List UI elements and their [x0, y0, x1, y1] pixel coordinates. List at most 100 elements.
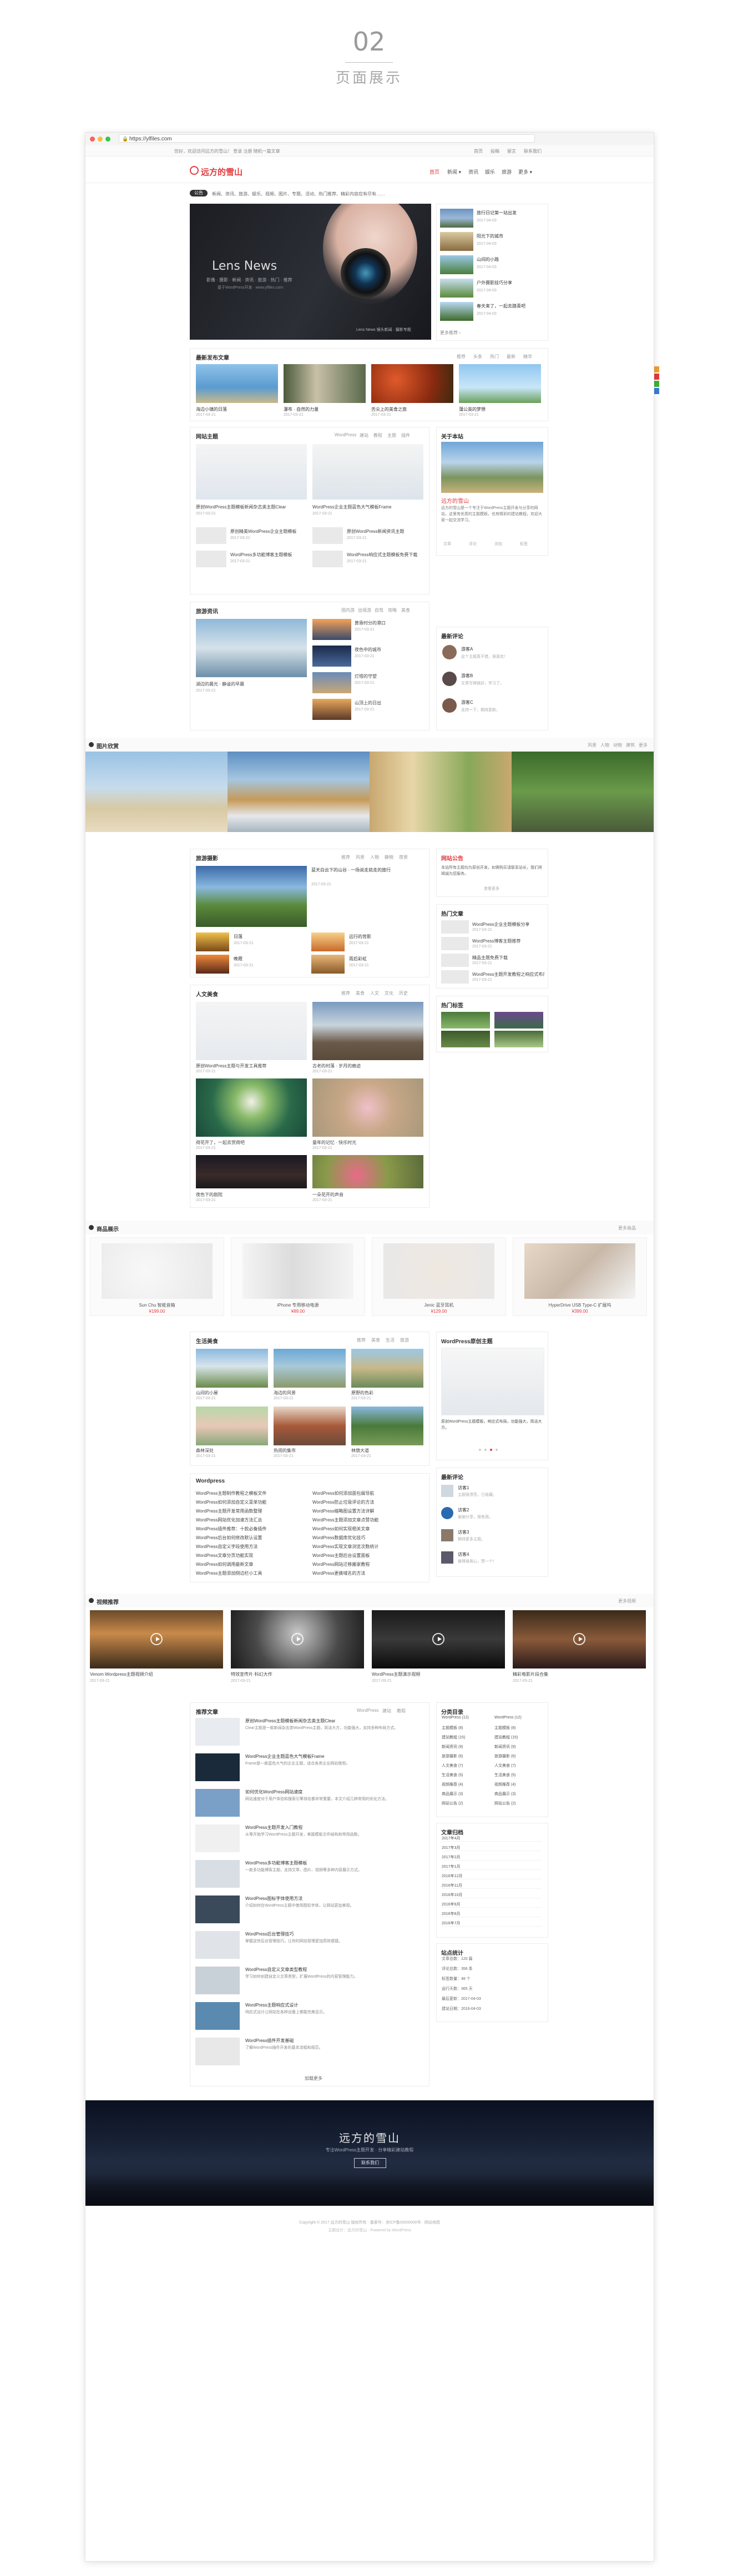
blog-item[interactable]: WordPress主题开发入门教程 从零开始学习WordPress主题开发，掌握… — [195, 1823, 423, 1856]
post-thumb[interactable] — [312, 699, 351, 720]
archive-link[interactable]: 2016年7月 — [442, 1920, 542, 1927]
list-item[interactable]: WordPress如何添加自定义菜单功能 — [196, 1499, 307, 1505]
comment-name[interactable]: 访客1 — [458, 1485, 469, 1491]
post-title[interactable]: 原野的色彩 — [351, 1390, 423, 1396]
post-title[interactable]: 海边小镇的日落 — [196, 406, 227, 412]
more-link[interactable]: 更多商品 — [618, 1225, 636, 1231]
archive-link[interactable]: 2016年11月 — [442, 1883, 542, 1889]
avatar[interactable] — [441, 1529, 453, 1541]
post-thumb[interactable] — [351, 1407, 423, 1445]
post-thumb[interactable] — [196, 955, 229, 974]
post-title[interactable]: 如何优化WordPress网站速度 — [245, 1789, 423, 1795]
gallery-image[interactable] — [370, 752, 512, 832]
post-title[interactable]: WordPress主题开发教程之响应式布局 — [472, 971, 544, 977]
dot-icon[interactable] — [484, 1449, 487, 1451]
tab[interactable]: 最新 — [507, 354, 515, 360]
dot-icon[interactable] — [490, 1449, 492, 1451]
post-title[interactable]: 海边的风景 — [274, 1390, 346, 1396]
product-card[interactable]: Jenic 蓝牙耳机 ¥129.00 — [372, 1237, 506, 1316]
list-item[interactable]: WordPress网站迁移搬家教程 — [312, 1561, 423, 1567]
product-card[interactable]: Sun Chu 智能音箱 ¥199.00 — [90, 1237, 224, 1316]
news-title[interactable]: 山间的小路 — [477, 256, 499, 263]
post-thumb[interactable] — [312, 672, 351, 693]
avatar[interactable] — [441, 1507, 453, 1519]
tab[interactable]: 风景 — [356, 854, 365, 860]
archive-link[interactable]: 2017年3月 — [442, 1845, 542, 1851]
category-link[interactable]: 生活美食 (5) — [494, 1772, 542, 1778]
list-item[interactable]: WordPress后台如何修改默认设置 — [196, 1535, 307, 1541]
post-thumb[interactable] — [312, 527, 343, 544]
dot-icon[interactable] — [496, 1449, 498, 1451]
tab[interactable]: 推荐 — [341, 854, 350, 860]
nav-travel[interactable]: 旅游 — [502, 168, 512, 175]
tab[interactable]: 动物 — [613, 742, 622, 748]
tab[interactable]: 攻略 — [388, 607, 397, 613]
tag-image[interactable] — [441, 1031, 490, 1047]
site-logo[interactable]: 远方的雪山 — [201, 166, 242, 178]
list-item[interactable]: WordPress如何实现相关文章 — [312, 1526, 423, 1532]
top-link-submit[interactable]: 投稿 — [491, 148, 499, 154]
maximize-icon[interactable] — [105, 137, 110, 142]
play-icon[interactable] — [150, 1633, 163, 1645]
tab[interactable]: 人物 — [600, 742, 609, 748]
post-title[interactable]: 日落 — [234, 934, 242, 940]
blog-item[interactable]: 如何优化WordPress网站速度 网站速度对于用户体验和搜索引擎排名都非常重要… — [195, 1788, 423, 1820]
nav-info[interactable]: 资讯 — [468, 168, 478, 175]
list-item[interactable]: WordPress如何添加面包屑导航 — [312, 1490, 423, 1496]
carousel-dots[interactable] — [479, 1449, 506, 1451]
tab[interactable]: 美食 — [356, 990, 365, 996]
list-item[interactable]: WordPress主题添加文章点赞功能 — [312, 1517, 423, 1523]
theme-screenshot[interactable] — [441, 1348, 544, 1415]
more-link[interactable]: 查看更多 — [484, 886, 499, 891]
news-title[interactable]: 阳光下的城市 — [477, 233, 503, 239]
post-thumb[interactable] — [196, 527, 226, 544]
reader-name[interactable]: 游客B — [461, 673, 473, 679]
post-title[interactable]: 原创WordPress主题与开发工具推荐 — [196, 1063, 307, 1069]
post-title[interactable]: 热闹的集市 — [274, 1448, 346, 1454]
play-icon[interactable] — [573, 1633, 585, 1645]
tab[interactable]: 推荐 — [457, 354, 466, 360]
post-title[interactable]: 夜色下的剧院 — [196, 1192, 307, 1198]
post-thumb[interactable] — [312, 646, 351, 667]
gallery-image[interactable] — [512, 752, 654, 832]
post-title[interactable]: WordPress主题开发入门教程 — [245, 1824, 423, 1831]
post-title[interactable]: 森林深处 — [196, 1448, 268, 1454]
reader-name[interactable]: 游客C — [461, 699, 473, 705]
dot-icon[interactable] — [479, 1449, 481, 1451]
post-thumb[interactable] — [311, 932, 345, 951]
post-thumb[interactable] — [196, 364, 278, 403]
tab[interactable]: WordPress — [335, 432, 356, 437]
avatar[interactable] — [441, 1551, 453, 1564]
post-thumb[interactable] — [311, 955, 345, 974]
tab[interactable]: WordPress — [357, 1708, 378, 1713]
post-thumb[interactable] — [312, 1002, 423, 1060]
list-item[interactable]: WordPress文章分页功能实现 — [196, 1552, 307, 1559]
post-title[interactable]: 林荫大道 — [351, 1448, 423, 1454]
news-title[interactable]: 户外摄影技巧分享 — [477, 280, 512, 286]
post-title[interactable]: 蓝天白云下的山谷 · 一场说走就走的旅行 — [311, 867, 425, 874]
post-title[interactable]: 原创WordPress主题模板新闻杂志类主题Clear — [196, 504, 307, 510]
post-title[interactable]: WordPress博客主题推荐 — [472, 938, 544, 944]
archive-link[interactable]: 2017年1月 — [442, 1864, 542, 1870]
post-thumb[interactable] — [312, 1155, 423, 1188]
category-link[interactable]: 网站公告 (2) — [494, 1801, 542, 1806]
post-title[interactable]: 湖边的晨光 · 静谧的早晨 — [196, 681, 307, 687]
category-link[interactable]: 新闻资讯 (9) — [442, 1744, 489, 1750]
tab[interactable]: 文化 — [385, 990, 393, 996]
post-title[interactable]: 瀑布 · 自然的力量 — [284, 406, 319, 412]
tab[interactable]: 插件 — [401, 432, 410, 438]
play-icon[interactable] — [432, 1633, 444, 1645]
news-thumb[interactable] — [440, 255, 473, 274]
video-title[interactable]: Venom Wordpress主题视频介绍 — [90, 1671, 223, 1677]
list-item[interactable]: WordPress防止垃圾评论的方法 — [312, 1499, 423, 1505]
category-link[interactable]: 主题模板 (8) — [494, 1725, 542, 1731]
contact-button[interactable]: 联系我们 — [354, 2158, 386, 2168]
list-item[interactable]: WordPress主题添加侧边栏小工具 — [196, 1570, 307, 1576]
address-bar[interactable]: 🔒 https://ylfiles.com — [119, 134, 535, 143]
post-thumb[interactable] — [441, 954, 469, 967]
tab[interactable]: 教程 — [373, 432, 382, 438]
list-item[interactable]: WordPress插件推荐：十款必备插件 — [196, 1526, 307, 1532]
category-link[interactable]: 商品展示 (3) — [494, 1791, 542, 1797]
category-link[interactable]: 建站教程 (15) — [494, 1735, 542, 1740]
video-card[interactable]: WordPress主题演示视频 2017-03-21 — [372, 1610, 505, 1688]
